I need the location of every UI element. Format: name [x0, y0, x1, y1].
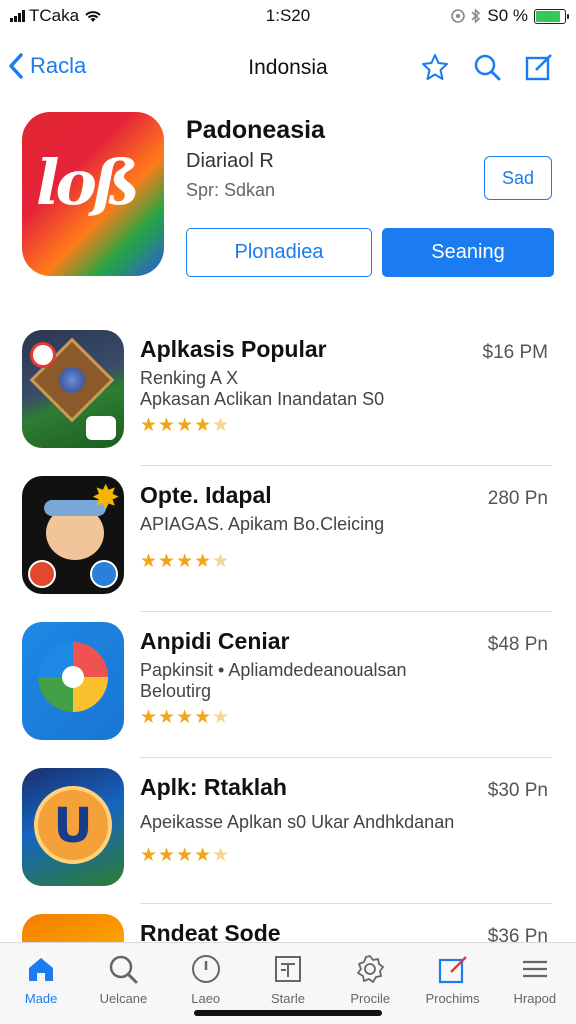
- battery-icon: [534, 8, 569, 24]
- app-description: Apeikasse Aplkan s0 Ukar Andhkdanan: [140, 812, 455, 832]
- app-price: $16 PM: [482, 342, 548, 363]
- app-icon: [22, 330, 124, 448]
- search-icon: [110, 955, 138, 984]
- star-outline-icon: [422, 54, 448, 80]
- app-name: Aplk: Rtaklah: [140, 774, 287, 800]
- tab-menu[interactable]: Hrapod: [494, 943, 576, 1024]
- status-bar: TCaka 1:S20 S0 %: [0, 0, 576, 36]
- back-button[interactable]: Racla: [8, 52, 86, 80]
- featured-app: loß Padoneasia Diariaol R Spr: Sdkan Sad…: [22, 112, 554, 282]
- tab-label: Uelcane: [99, 991, 148, 1006]
- divider: [140, 757, 552, 758]
- app-description: Papkinsit • Apliamdedeanoualsan: [140, 660, 407, 680]
- app-icon: [22, 622, 124, 740]
- tab-edit[interactable]: Prochims: [411, 943, 493, 1024]
- nav-actions: [420, 52, 554, 82]
- alarm-icon: [451, 9, 466, 23]
- star-rating: ★★★★★: [140, 707, 231, 728]
- app-description: Renking A X: [140, 368, 239, 388]
- app-price: $30 Pn: [487, 780, 548, 801]
- list-item[interactable]: Aplkasis Popular $16 PM Renking A X Apka…: [0, 326, 576, 472]
- app-icon: [22, 768, 124, 886]
- star-rating: ★★★★★: [140, 845, 231, 866]
- app-name: Anpidi Ceniar: [140, 628, 290, 654]
- app-description: APIAGAS. Apikam Bo.Cleicing: [140, 514, 385, 534]
- search-button[interactable]: [472, 52, 502, 82]
- tab-bar: Made Uelcane Laeo Starle Procile Prochim…: [0, 942, 576, 1024]
- back-label: Racla: [30, 53, 87, 78]
- list-item[interactable]: Anpidi Ceniar $48 Pn Papkinsit • Apliamd…: [0, 618, 576, 764]
- app-icon: ✸: [22, 476, 124, 594]
- divider: [140, 465, 552, 466]
- app-name: Aplkasis Popular: [140, 336, 327, 362]
- featured-app-icon[interactable]: loß: [22, 112, 164, 276]
- compose-icon: [525, 54, 552, 81]
- app-description-2: Beloutirg: [140, 681, 212, 701]
- edit-icon: [438, 956, 467, 984]
- status-right: S0 %: [451, 6, 569, 26]
- divider: [140, 611, 552, 612]
- tab-home[interactable]: Made: [0, 943, 82, 1024]
- tab-label: Laeo: [191, 991, 221, 1006]
- tab-search[interactable]: Uelcane: [82, 943, 164, 1024]
- battery-percent: S0 %: [487, 6, 528, 25]
- primary-action-button[interactable]: Seaning: [382, 228, 554, 277]
- featured-app-subtitle: Spr: Sdkan: [186, 180, 276, 200]
- gear-icon: [357, 955, 385, 983]
- featured-app-developer: Diariaol R: [186, 150, 274, 172]
- search-icon: [474, 54, 501, 81]
- app-name: Opte. Idapal: [140, 482, 272, 508]
- app-price: $48 Pn: [487, 634, 548, 655]
- menu-icon: [522, 960, 547, 978]
- secondary-action-button[interactable]: Plonadiea: [186, 228, 372, 277]
- tab-label: Prochims: [425, 991, 480, 1006]
- news-icon: [274, 956, 301, 982]
- list-item[interactable]: Aplk: Rtaklah $30 Pn Apeikasse Aplkan s0…: [0, 764, 576, 910]
- bluetooth-icon: [471, 8, 481, 24]
- get-button[interactable]: Sad: [484, 156, 552, 200]
- tab-label: Starle: [271, 991, 305, 1006]
- divider: [140, 903, 552, 904]
- featured-app-name: Padoneasia: [186, 116, 325, 144]
- nav-bar: Racla Indonsia: [0, 44, 576, 92]
- home-indicator: [194, 1010, 382, 1016]
- compose-button[interactable]: [524, 52, 554, 82]
- featured-app-icon-text: loß: [36, 146, 140, 219]
- list-item[interactable]: ✸ Opte. Idapal 280 Pn APIAGAS. Apikam Bo…: [0, 472, 576, 618]
- star-rating: ★★★★★: [140, 551, 231, 572]
- clock-icon: [191, 955, 220, 983]
- app-list: Aplkasis Popular $16 PM Renking A X Apka…: [0, 326, 576, 1024]
- app-description-2: Apkasan Aclikan Inandatan S0: [140, 389, 385, 409]
- favorites-button[interactable]: [420, 52, 450, 82]
- tab-label: Hrapod: [513, 991, 557, 1006]
- tab-label: Made: [24, 991, 58, 1006]
- tab-label: Procile: [350, 991, 391, 1006]
- app-price: 280 Pn: [487, 488, 548, 509]
- star-rating: ★★★★★: [140, 415, 231, 436]
- home-icon: [29, 958, 54, 981]
- chevron-left-icon: [9, 53, 23, 79]
